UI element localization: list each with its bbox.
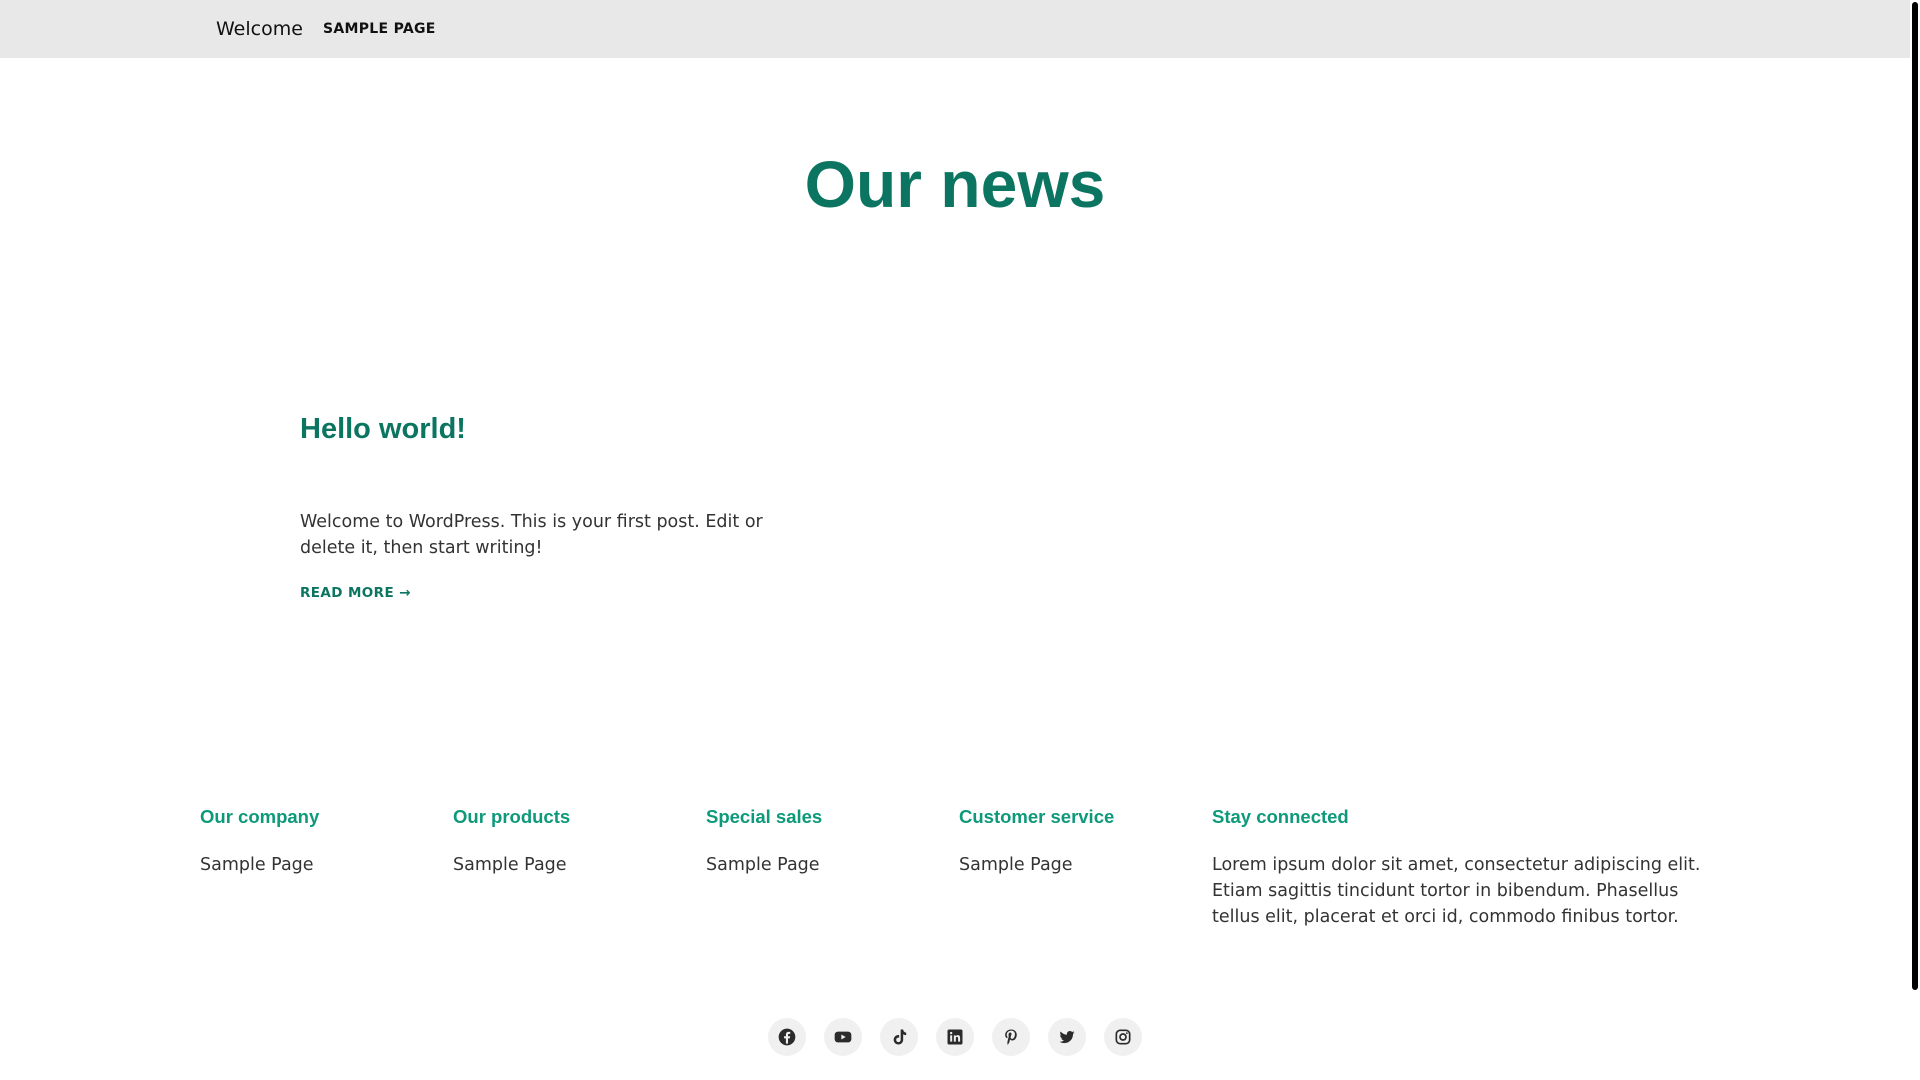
footer-column-our-products: Our products Sample Page: [453, 806, 570, 875]
page-title: Our news: [804, 147, 1106, 221]
footer-heading: Our products: [453, 806, 571, 827]
page-scrollbar[interactable]: [1910, 0, 1920, 1080]
youtube-icon[interactable]: [824, 1018, 862, 1056]
site-title-link[interactable]: Welcome: [216, 18, 303, 40]
twitter-icon[interactable]: [1048, 1018, 1086, 1056]
footer-heading: Stay connected: [1212, 806, 1349, 827]
post-excerpt: Welcome to WordPress. This is your first…: [300, 512, 763, 558]
footer-column-customer-service: Customer service Sample Page: [959, 806, 1114, 875]
footer-link-sample-page[interactable]: Sample Page: [200, 855, 319, 875]
footer-heading: Customer service: [959, 806, 1115, 827]
linkedin-icon[interactable]: [936, 1018, 974, 1056]
facebook-icon[interactable]: [768, 1018, 806, 1056]
tiktok-icon[interactable]: [880, 1018, 918, 1056]
post-title-link[interactable]: Hello world!: [300, 413, 466, 446]
footer-column-stay-connected: Stay connected Lorem ipsum dolor sit ame…: [1212, 806, 1712, 930]
nav-item-sample-page[interactable]: SAMPLE PAGE: [323, 21, 436, 37]
footer-heading: Our company: [200, 806, 320, 827]
instagram-icon[interactable]: [1104, 1018, 1142, 1056]
footer-link-sample-page[interactable]: Sample Page: [453, 855, 570, 875]
footer-heading: Special sales: [706, 806, 823, 827]
footer-link-sample-page[interactable]: Sample Page: [959, 855, 1114, 875]
site-header: Welcome SAMPLE PAGE: [0, 0, 1910, 58]
read-more-link[interactable]: READ MORE →: [300, 585, 411, 601]
footer-link-sample-page[interactable]: Sample Page: [706, 855, 822, 875]
scrollbar-thumb[interactable]: [1912, 2, 1918, 990]
footer-column-special-sales: Special sales Sample Page: [706, 806, 822, 875]
pinterest-icon[interactable]: [992, 1018, 1030, 1056]
stay-connected-text: Lorem ipsum dolor sit amet, consectetur …: [1212, 855, 1701, 927]
footer-column-our-company: Our company Sample Page: [200, 806, 319, 875]
